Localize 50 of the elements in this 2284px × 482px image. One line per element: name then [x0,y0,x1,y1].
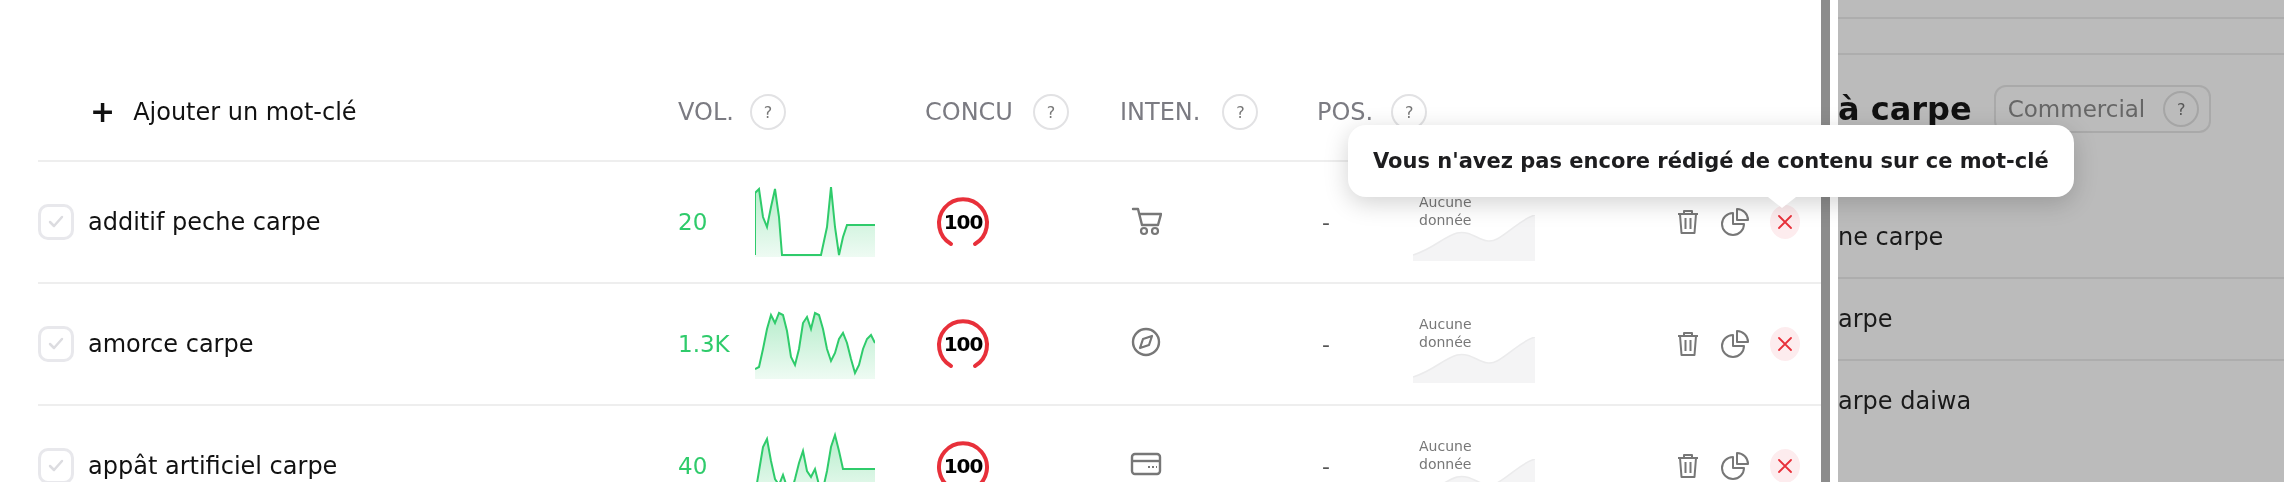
checkbox[interactable] [38,204,74,240]
search-volume: 1.3K [677,331,731,357]
delete-button[interactable] [1676,453,1700,479]
column-header: INTEN. [1120,98,1201,126]
remove-button[interactable] [1770,449,1800,482]
compass-icon [1130,326,1162,358]
remove-button[interactable] [1770,327,1800,361]
delete-button[interactable] [1676,209,1700,235]
checkbox[interactable] [38,448,74,482]
chart-button[interactable] [1720,207,1750,237]
help-button[interactable]: ? [1222,94,1259,130]
trash-icon [1676,453,1700,479]
keyword-item[interactable]: ne carpe [1838,197,2284,277]
position-value: - [1321,209,1331,235]
competition-gauge: 100 [935,316,991,372]
position-value: - [1321,331,1331,357]
column-header: VOL. [678,98,734,126]
competition-gauge: 100 [935,194,991,250]
keyword-item[interactable]: arpe [1838,277,2284,359]
keyword-text: appât artificiel carpe [88,452,338,480]
close-icon [1777,336,1793,352]
competition-gauge: 100 [935,438,991,482]
pie-chart-icon [1720,451,1750,481]
pie-chart-icon [1720,329,1750,359]
help-button[interactable]: ? [2163,91,2200,127]
chart-button[interactable] [1720,451,1750,481]
help-button[interactable]: ? [749,94,786,130]
close-icon [1777,214,1793,230]
add-keyword-button[interactable]: + Ajouter un mot-clé [38,96,363,128]
panel-title: à carpe [1838,90,1972,128]
remove-button[interactable] [1770,205,1800,239]
column-header: CONCU [925,98,1013,126]
search-volume: 20 [677,209,709,235]
tooltip: Vous n'avez pas encore rédigé de contenu sur ce mot-clé [1348,125,2074,197]
keyword-item[interactable]: arpe daiwa [1838,359,2284,441]
no-data-label: Aucune donnée [1419,315,1472,351]
checkbox[interactable] [38,326,74,362]
pie-chart-icon [1720,207,1750,237]
chart-button[interactable] [1720,329,1750,359]
keyword-text: additif peche carpe [88,208,321,236]
close-icon [1777,458,1793,474]
help-button[interactable]: ? [1032,94,1069,130]
trash-icon [1676,331,1700,357]
no-data-label: Aucune donnée [1419,437,1472,473]
trash-icon [1676,209,1700,235]
keyword-text: amorce carpe [88,330,254,358]
column-header: POS. [1317,98,1374,126]
search-volume: 40 [677,453,709,479]
delete-button[interactable] [1676,331,1700,357]
position-value: - [1321,453,1331,479]
